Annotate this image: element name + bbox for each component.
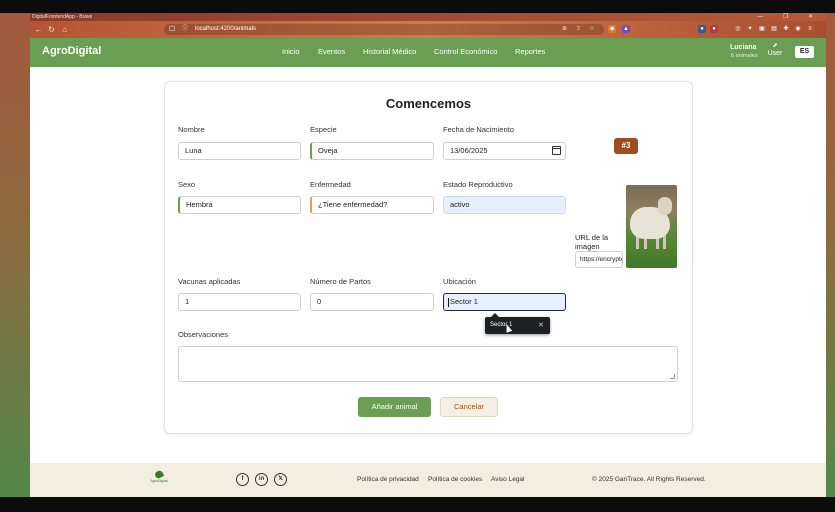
especie-label: Especie (310, 125, 337, 134)
nombre-label: Nombre (178, 125, 205, 134)
partos-input[interactable]: 0 (310, 293, 434, 311)
window-title: DigitalFrontendApp - Brave (32, 14, 93, 20)
estado-reproductivo-label: Estado Reproductivo (443, 180, 513, 189)
sexo-label: Sexo (178, 180, 196, 189)
extension-icon[interactable]: ▣ (758, 25, 766, 33)
enfermedad-label: Enfermedad (310, 180, 351, 189)
ubicacion-input[interactable]: Sector 1 (443, 293, 566, 311)
cookies-policy-link[interactable]: Política de cookies (428, 476, 482, 483)
facebook-icon[interactable]: f (236, 473, 249, 486)
nav-item-control-economico[interactable]: Control Económico (434, 47, 497, 56)
site-info-icon[interactable]: ⓘ (182, 24, 188, 35)
extensions-icon[interactable]: ✚ (782, 25, 790, 33)
language-switch[interactable]: ES (795, 46, 814, 58)
ubicacion-value: Sector 1 (450, 297, 478, 306)
url-imagen-input[interactable]: https://encrypte (575, 251, 623, 268)
add-animal-button[interactable]: Añadir animal (358, 397, 431, 417)
fecha-nacimiento-label: Fecha de Nacimiento (443, 125, 514, 134)
address-bar[interactable]: ☐ ⓘ localhost:4200/animals ⊕ ⇪ ☆ (164, 24, 604, 35)
autocomplete-popup[interactable]: Sector 1 ✕ (485, 313, 550, 334)
footer-logo-text: AgroDigital (150, 479, 168, 483)
partos-label: Número de Partos (310, 277, 371, 286)
page-title: Comencemos (385, 96, 472, 111)
observaciones-textarea[interactable] (178, 346, 678, 382)
page-footer: AgroDigital f in 𝕏 Política de privacida… (30, 463, 826, 497)
extension-icon[interactable]: ◎ (734, 25, 742, 33)
user-profile-link[interactable]: ⬈ User (765, 43, 785, 57)
observaciones-label: Observaciones (178, 330, 229, 339)
fecha-nacimiento-value: 13/06/2025 (450, 146, 488, 155)
nav-item-reportes[interactable]: Reportes (515, 47, 545, 56)
sexo-select[interactable]: Hembra (178, 196, 301, 214)
reload-icon[interactable]: ↻ (46, 24, 57, 35)
desktop-background: DigitalFrontendApp - Brave — ❐ ✕ ← ↻ ⌂ ☐… (0, 0, 835, 512)
brand-logo[interactable]: AgroDigital (42, 45, 101, 57)
extension-icon[interactable]: ● (710, 25, 718, 33)
nav-item-inicio[interactable]: Inicio (282, 47, 300, 56)
calendar-icon[interactable] (552, 146, 561, 155)
animal-photo (626, 185, 677, 268)
animal-count: 6 animales (731, 53, 758, 59)
browser-toolbar: ← ↻ ⌂ ☐ ⓘ localhost:4200/animals ⊕ ⇪ ☆ ◆… (30, 21, 826, 38)
nombre-input[interactable]: Luna (178, 142, 301, 160)
window-controls[interactable]: — ❐ ✕ (757, 13, 822, 21)
enfermedad-select[interactable]: ¿Tiene enfermedad? (310, 196, 434, 214)
close-icon[interactable]: ✕ (538, 317, 544, 334)
fecha-nacimiento-input[interactable]: 13/06/2025 (443, 142, 566, 160)
app-navbar: AgroDigital Inicio Eventos Historial Méd… (30, 38, 826, 67)
page-content: Comencemos Nombre Luna Especie Oveja Fec… (30, 67, 826, 463)
vacunas-label: Vacunas aplicadas (178, 277, 241, 286)
user-name: Luciana (730, 44, 757, 51)
legal-notice-link[interactable]: Aviso Legal (491, 476, 525, 483)
user-link-label: User (767, 50, 783, 57)
extension-icon[interactable]: ✦ (746, 25, 754, 33)
extension-icon[interactable]: ● (698, 25, 706, 33)
wallet-icon[interactable]: ◉ (794, 25, 802, 33)
copyright-text: © 2025 GanTrace. All Rights Reserved. (592, 476, 706, 483)
vacunas-input[interactable]: 1 (178, 293, 301, 311)
menu-icon[interactable]: ≡ (806, 25, 814, 33)
window-titlebar: DigitalFrontendApp - Brave — ❐ ✕ (30, 13, 826, 21)
bookmark-icon[interactable]: ☐ (169, 24, 175, 35)
text-caret (448, 298, 449, 307)
url-text: localhost:4200/animals (195, 26, 257, 32)
privacy-policy-link[interactable]: Política de privacidad (357, 476, 419, 483)
browser-window: DigitalFrontendApp - Brave — ❐ ✕ ← ↻ ⌂ ☐… (30, 13, 826, 497)
especie-select[interactable]: Oveja (310, 142, 434, 160)
estado-reproductivo-input[interactable]: activo (443, 196, 566, 214)
zoom-icon[interactable]: ⊕ (562, 24, 567, 35)
animal-form-card: Comencemos Nombre Luna Especie Oveja Fec… (164, 81, 693, 434)
linkedin-icon[interactable]: in (255, 473, 268, 486)
resize-handle-icon[interactable] (670, 374, 675, 379)
footer-logo[interactable]: AgroDigital (148, 469, 170, 489)
brave-shield-icon[interactable]: ◆ (608, 25, 616, 33)
animal-id-badge: #3 (614, 138, 638, 154)
x-icon[interactable]: 𝕏 (274, 473, 287, 486)
share-icon[interactable]: ⇪ (576, 24, 581, 35)
sidebar-icon[interactable]: ▤ (770, 25, 778, 33)
home-icon[interactable]: ⌂ (59, 24, 70, 35)
user-arrow-icon: ⬈ (772, 43, 778, 49)
star-icon[interactable]: ☆ (589, 24, 594, 35)
rewards-icon[interactable]: ▲ (622, 25, 630, 33)
ubicacion-label: Ubicación (443, 277, 476, 286)
back-icon[interactable]: ← (33, 24, 44, 35)
nav-item-eventos[interactable]: Eventos (318, 47, 345, 56)
url-imagen-label: URL de la imagen (575, 233, 609, 251)
nav-item-historial-medico[interactable]: Historial Médico (363, 47, 416, 56)
cancel-button[interactable]: Cancelar (440, 397, 498, 417)
